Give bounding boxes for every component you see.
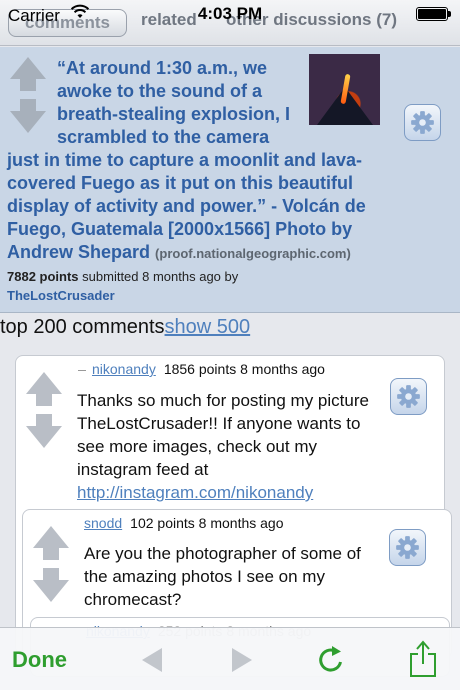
post-title-line: Fuego, Guatemala [2000x1566] Photo by — [7, 219, 353, 239]
post-title-line: display of activity and power.” - Volcán… — [7, 196, 366, 216]
reddit-thread-screen: comments related other discussions (7) C… — [0, 0, 460, 690]
comment-header: nikonandy 1856 points 8 months ago — [78, 361, 325, 377]
post-thumbnail[interactable] — [309, 54, 380, 125]
comment-body: Thanks so much for posting my picture Th… — [77, 389, 377, 504]
share-icon[interactable] — [408, 640, 438, 678]
comment-text: Are you the photographer of some of the … — [84, 544, 361, 609]
forward-arrow-icon[interactable] — [226, 644, 256, 676]
post-meta: 7882 points submitted 8 months ago by — [7, 269, 238, 284]
comment-options-button[interactable] — [390, 378, 427, 415]
back-arrow-icon[interactable] — [138, 644, 168, 676]
gear-icon — [396, 536, 419, 559]
post-title-line: Andrew Shepard — [7, 242, 151, 262]
gear-icon — [397, 385, 420, 408]
comment-link[interactable]: http://instagram.com/nikonandy — [77, 483, 313, 502]
post-author[interactable]: TheLostCrusader — [7, 288, 115, 303]
comments-header: top 200 commentsshow 500 — [0, 316, 460, 342]
comment-author[interactable]: nikonandy — [92, 361, 156, 377]
post-header: “At around 1:30 a.m., we awoke to the so… — [0, 47, 460, 313]
post-options-button[interactable] — [404, 104, 441, 141]
comment-text: Thanks so much for posting my picture Th… — [77, 391, 369, 479]
status-bar: Carrier 4:03 PM — [0, 0, 460, 28]
done-button[interactable]: Done — [12, 647, 67, 673]
show-more-comments-link[interactable]: show 500 — [165, 316, 251, 338]
comment-points: 1856 points 8 months ago — [163, 361, 325, 377]
post-title-line: scrambled to the camera — [57, 127, 270, 147]
vote-arrows-icon[interactable] — [31, 524, 71, 604]
post-title-line: covered Fuego as it put on this beautifu… — [7, 173, 354, 193]
comment-body: Are you the photographer of some of the … — [84, 542, 384, 611]
post-points: 7882 points — [7, 269, 79, 284]
battery-icon — [416, 7, 451, 21]
post-domain[interactable]: (proof.nationalgeographic.com) — [155, 246, 351, 261]
bottom-toolbar: Done — [0, 627, 460, 690]
thread-line-icon — [78, 369, 86, 371]
comment-options-button[interactable] — [389, 529, 426, 566]
gear-icon — [411, 111, 434, 134]
comments-count-label: top 200 comments — [0, 316, 165, 338]
refresh-icon[interactable] — [316, 644, 346, 676]
comment-header: snodd 102 points 8 months ago — [84, 515, 284, 531]
vote-arrows-icon[interactable] — [24, 370, 64, 450]
comment-points: 102 points 8 months ago — [130, 515, 284, 531]
post-title-line: just in time to capture a moonlit and la… — [7, 150, 363, 170]
status-time: 4:03 PM — [197, 4, 263, 23]
comment-author[interactable]: snodd — [84, 515, 122, 531]
post-submitted: submitted 8 months ago by — [82, 269, 239, 284]
